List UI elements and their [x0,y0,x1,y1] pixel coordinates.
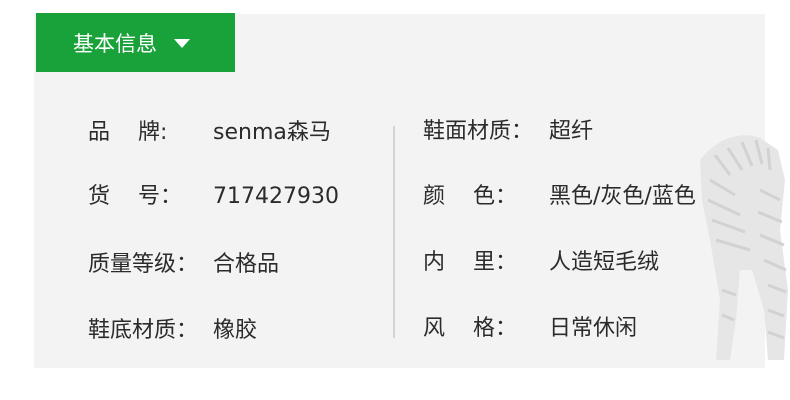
column-divider [393,126,395,338]
spec-value: 人造短毛绒 [549,250,660,275]
spec-value: 日常休闲 [549,316,638,341]
spec-value: 合格品 [213,252,280,277]
tab-label: 基本信息 [73,31,157,56]
spec-label: 品 牌: [88,120,168,145]
spec-value: senma森马 [213,120,331,145]
spec-label: 风 格： [423,316,517,341]
zebra-icon [700,135,788,360]
spec-label: 内 里： [423,250,517,275]
spec-value: 黑色/灰色/蓝色 [549,184,696,209]
spec-value: 717427930 [213,184,339,209]
caret-down-icon [174,39,190,48]
basic-info-tab[interactable]: 基本信息 [36,13,235,72]
spec-label: 颜 色： [423,184,517,209]
spec-label: 鞋底材质： [88,318,199,343]
spec-label: 质量等级： [88,252,199,277]
spec-value: 橡胶 [213,318,258,343]
spec-value: 超纤 [549,119,594,144]
spec-label: 鞋面材质： [423,119,534,144]
spec-label: 货 号： [88,184,182,209]
